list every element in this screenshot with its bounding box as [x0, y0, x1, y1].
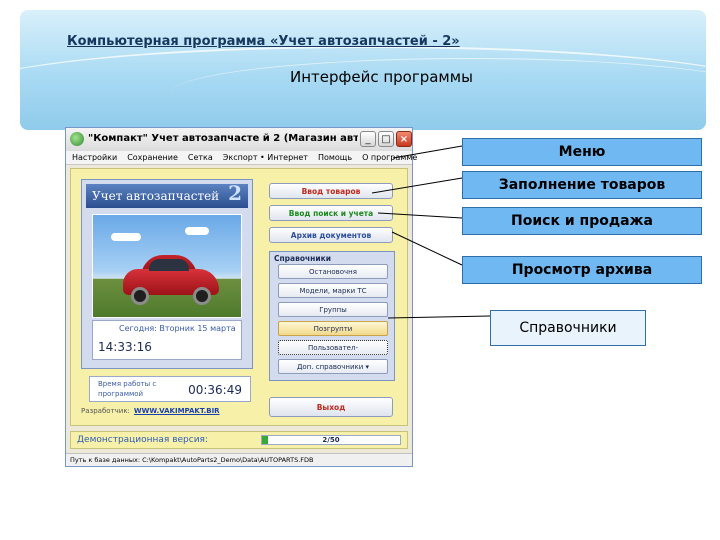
clock-text: 14:33:16	[98, 340, 152, 354]
date-clock-box: Сегодня: Вторник 15 марта 14:33:16	[92, 320, 242, 360]
demo-count: 2/50	[322, 436, 340, 444]
menu-item-settings[interactable]: Настройки	[72, 151, 117, 164]
callout-dictionaries: Справочники	[490, 310, 646, 346]
callout-search-sale: Поиск и продажа	[462, 207, 702, 235]
app-icon	[70, 132, 84, 146]
demo-label: Демонстрационная версия:	[77, 435, 209, 445]
dictionary-button[interactable]: Позгрупти	[278, 321, 388, 336]
dictionary-button[interactable]: Модели, марки ТС	[278, 283, 388, 298]
cloud-shape	[111, 233, 141, 241]
callout-fill-goods: Заполнение товаров	[462, 171, 702, 199]
search-sale-button[interactable]: Ввод поиск и учета	[269, 205, 393, 221]
banner-number: 2	[228, 181, 242, 205]
work-time-box: Время работы с программой 00:36:49	[89, 376, 251, 402]
more-dictionaries-dropdown[interactable]: Доп. справочники ▾	[278, 359, 388, 374]
menu-item-help[interactable]: Помощь	[318, 151, 352, 164]
demo-bar: Демонстрационная версия: 2/50	[70, 431, 408, 449]
menu-item-grid[interactable]: Сетка	[188, 151, 213, 164]
menu-item-export[interactable]: Экспорт • Интернет	[223, 151, 308, 164]
exit-button[interactable]: Выход	[269, 397, 393, 417]
slide-title: Компьютерная программа «Учет автозапчаст…	[67, 34, 460, 49]
cloud-shape	[185, 227, 209, 235]
date-text: Сегодня: Вторник 15 марта	[119, 324, 236, 333]
callout-archive: Просмотр архива	[462, 256, 702, 284]
car-wheel	[131, 287, 149, 305]
input-goods-button[interactable]: Ввод товаров	[269, 183, 393, 199]
slide-subtitle: Интерфейс программы	[290, 68, 473, 86]
dictionaries-panel: Справочники Остановочня Модели, марки ТС…	[269, 251, 395, 381]
main-workspace: Учет автозапчастей 2 Сегодня: Вторник 15…	[70, 168, 408, 426]
window-title: "Компакт" Учет автозапчасте й 2 (Магазин…	[88, 133, 358, 144]
dictionary-button[interactable]: Пользовател-	[278, 340, 388, 355]
work-time-value: 00:36:49	[188, 383, 242, 397]
menu-item-about[interactable]: О программе	[362, 151, 417, 164]
window-titlebar[interactable]: "Компакт" Учет автозапчасте й 2 (Магазин…	[66, 128, 412, 152]
dictionary-button[interactable]: Группы	[278, 302, 388, 317]
menu-item-save[interactable]: Сохранение	[127, 151, 178, 164]
work-time-label: Время работы с программой	[98, 380, 157, 398]
menu-bar: Настройки Сохранение Сетка Экспорт • Инт…	[66, 151, 417, 165]
slide-header: Компьютерная программа «Учет автозапчаст…	[20, 10, 706, 130]
developer-label: Разработчик:	[81, 407, 130, 415]
demo-progress-bar: 2/50	[261, 435, 401, 445]
status-bar: Путь к базе данных: C:\Kompakt\AutoParts…	[66, 453, 412, 466]
callout-menu: Меню	[462, 138, 702, 166]
product-banner: Учет автозапчастей 2	[86, 181, 248, 208]
app-window: "Компакт" Учет автозапчасте й 2 (Магазин…	[65, 127, 417, 467]
close-button[interactable]: ×	[396, 131, 412, 147]
car-window	[149, 259, 189, 271]
maximize-button[interactable]: □	[378, 131, 394, 147]
info-panel: Учет автозапчастей 2 Сегодня: Вторник 15…	[81, 179, 253, 369]
car-wheel	[193, 287, 211, 305]
car-photo	[92, 214, 242, 318]
developer-line: Разработчик: WWW.VAKIMPAKT.BIR	[81, 407, 220, 415]
developer-link[interactable]: WWW.VAKIMPAKT.BIR	[134, 407, 220, 415]
banner-text: Учет автозапчастей	[92, 189, 220, 203]
archive-button[interactable]: Архив документов	[269, 227, 393, 243]
minimize-button[interactable]: _	[360, 131, 376, 147]
dictionary-button[interactable]: Остановочня	[278, 264, 388, 279]
dictionaries-title: Справочники	[274, 254, 331, 263]
